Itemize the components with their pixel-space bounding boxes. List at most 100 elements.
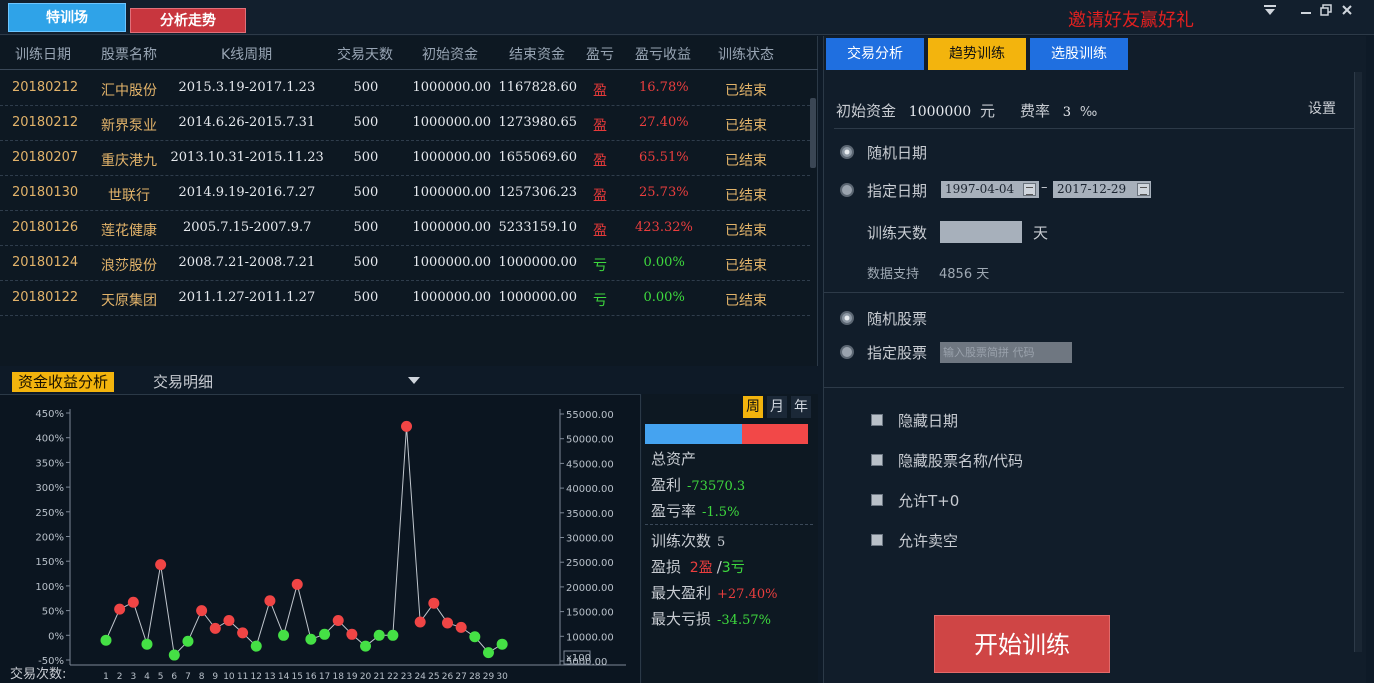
cell-stock-name: 重庆港九	[101, 153, 157, 169]
y-tick-label: 400%	[35, 434, 64, 445]
win-loss-label: 盈损	[651, 558, 682, 576]
data-point	[319, 628, 331, 640]
cell-date: 20180122	[12, 290, 79, 305]
x-tick-label: 8	[199, 672, 205, 682]
period-week-button[interactable]: 周	[743, 396, 763, 418]
cell-profit-loss: 盈	[593, 118, 607, 134]
close-icon[interactable]	[1341, 4, 1353, 20]
radio-specific-stock[interactable]	[840, 345, 854, 359]
divider	[824, 387, 1344, 388]
tab-trend-training[interactable]: 趋势训练	[928, 38, 1026, 70]
table-row[interactable]: 20180126 莲花健康 2005.7.15-2007.9.7 500 1000000…	[0, 211, 810, 246]
cell-days: 500	[353, 115, 379, 130]
header-end[interactable]: 结束资金	[509, 44, 565, 64]
hide-date-label: 隐藏日期	[898, 412, 959, 430]
table-row[interactable]: 20180130 世联行 2014.9.19-2016.7.27 500 1000000…	[0, 176, 810, 211]
data-point	[237, 627, 249, 639]
tab-training-ground[interactable]: 特训场	[8, 3, 126, 32]
radio-specific-date[interactable]	[840, 183, 854, 197]
table-row[interactable]: 20180212 汇中股份 2015.3.19-2017.1.23 500 100000…	[0, 71, 810, 106]
allow-t0-label: 允许T+0	[898, 492, 960, 510]
y-tick-label: 250%	[35, 508, 64, 519]
count-value: 5	[717, 535, 726, 550]
cell-end-capital: 5233159.10	[498, 220, 578, 235]
profit-label: 盈利	[651, 476, 682, 494]
train-days-label: 训练天数	[867, 224, 928, 242]
train-days-input[interactable]	[940, 221, 1022, 243]
divider	[834, 128, 1354, 129]
header-date[interactable]: 训练日期	[15, 44, 71, 64]
loss-count: 3亏	[721, 560, 745, 576]
table-row[interactable]: 20180207 重庆港九 2013.10.31-2015.11.23 500 1000…	[0, 141, 810, 176]
cell-end-capital: 1655069.60	[498, 150, 578, 165]
cell-status: 已结束	[725, 83, 767, 99]
header-name[interactable]: 股票名称	[101, 44, 157, 64]
period-year-button[interactable]: 年	[791, 396, 811, 418]
cell-period: 2014.6.26-2015.7.31	[178, 115, 316, 130]
tab-capital-return[interactable]: 资金收益分析	[12, 372, 115, 392]
calendar-icon[interactable]	[1137, 183, 1150, 196]
header-return[interactable]: 盈亏收益	[635, 44, 691, 64]
radio-random-date[interactable]	[840, 145, 854, 159]
minimize-icon[interactable]	[1300, 4, 1312, 20]
divider	[645, 524, 813, 525]
y-right-tick-label: 55000.00	[566, 410, 614, 421]
analysis-tabs: 资金收益分析 交易明细	[0, 366, 818, 394]
tab-stock-pick-training[interactable]: 选股训练	[1030, 38, 1128, 70]
x-tick-label: 30	[496, 672, 508, 682]
cell-return: 0.00%	[643, 255, 685, 270]
data-support-value: 4856 天	[939, 267, 990, 282]
invite-friends-link[interactable]: 邀请好友赢好礼	[1068, 6, 1194, 32]
tab-trade-detail[interactable]: 交易明细	[153, 372, 213, 392]
chevron-down-icon[interactable]	[408, 374, 420, 388]
radio-random-stock[interactable]	[840, 311, 854, 325]
panel-scrollbar[interactable]	[1354, 72, 1362, 652]
dropdown-icon[interactable]	[1263, 4, 1277, 20]
cell-date: 20180124	[12, 255, 79, 270]
max-loss-stat: 最大亏损 -34.57%	[651, 608, 771, 629]
x-tick-label: 23	[401, 672, 412, 682]
y-right-tick-label: 25000.00	[566, 558, 614, 569]
cell-stock-name: 天原集团	[101, 293, 157, 309]
cell-initial-capital: 1000000.00	[412, 255, 492, 270]
checkbox-hide-name[interactable]	[871, 454, 883, 466]
header-pl[interactable]: 盈亏	[586, 44, 614, 64]
y-right-tick-label: 30000.00	[566, 534, 614, 545]
settings-link[interactable]: 设置	[1308, 98, 1336, 118]
cell-return: 65.51%	[639, 150, 689, 165]
win-ratio-bar	[742, 424, 808, 444]
header-init[interactable]: 初始资金	[422, 44, 478, 64]
start-training-button[interactable]: 开始训练	[934, 615, 1110, 673]
header-period[interactable]: K线周期	[221, 44, 272, 64]
tab-analyze-trend[interactable]: 分析走势	[130, 8, 246, 33]
cell-profit-loss: 亏	[593, 293, 607, 309]
max-loss-value: -34.57%	[717, 613, 771, 628]
table-row[interactable]: 20180122 天原集团 2011.1.27-2011.1.27 500 100000…	[0, 281, 810, 316]
x-tick-label: 21	[373, 672, 384, 682]
cell-period: 2013.10.31-2015.11.23	[170, 150, 324, 165]
x-tick-label: 16	[305, 672, 317, 682]
x-tick-label: 6	[171, 672, 177, 682]
table-row[interactable]: 20180124 浪莎股份 2008.7.21-2008.7.21 500 100000…	[0, 246, 810, 281]
checkbox-hide-date[interactable]	[871, 414, 883, 426]
header-status[interactable]: 训练状态	[718, 44, 774, 64]
stock-search-input[interactable]: 输入股票简拼 代码	[940, 342, 1072, 363]
tab-trade-analysis[interactable]: 交易分析	[826, 38, 924, 70]
cell-status: 已结束	[725, 258, 767, 274]
period-month-button[interactable]: 月	[767, 396, 787, 418]
fee-value: 3	[1062, 105, 1072, 120]
cell-period: 2015.3.19-2017.1.23	[178, 80, 316, 95]
cell-status: 已结束	[725, 153, 767, 169]
cell-profit-loss: 盈	[593, 83, 607, 99]
header-days[interactable]: 交易天数	[337, 44, 393, 64]
table-scrollbar[interactable]	[810, 98, 816, 168]
checkbox-allow-short[interactable]	[871, 534, 883, 546]
table-row[interactable]: 20180212 新界泵业 2014.6.26-2015.7.31 500 100000…	[0, 106, 810, 141]
x-tick-label: 27	[455, 672, 466, 682]
cell-stock-name: 新界泵业	[101, 118, 157, 134]
calendar-icon[interactable]	[1023, 183, 1036, 196]
restore-icon[interactable]	[1320, 4, 1332, 20]
cell-period: 2011.1.27-2011.1.27	[178, 290, 316, 305]
cell-period: 2008.7.21-2008.7.21	[178, 255, 316, 270]
checkbox-allow-t0[interactable]	[871, 494, 883, 506]
